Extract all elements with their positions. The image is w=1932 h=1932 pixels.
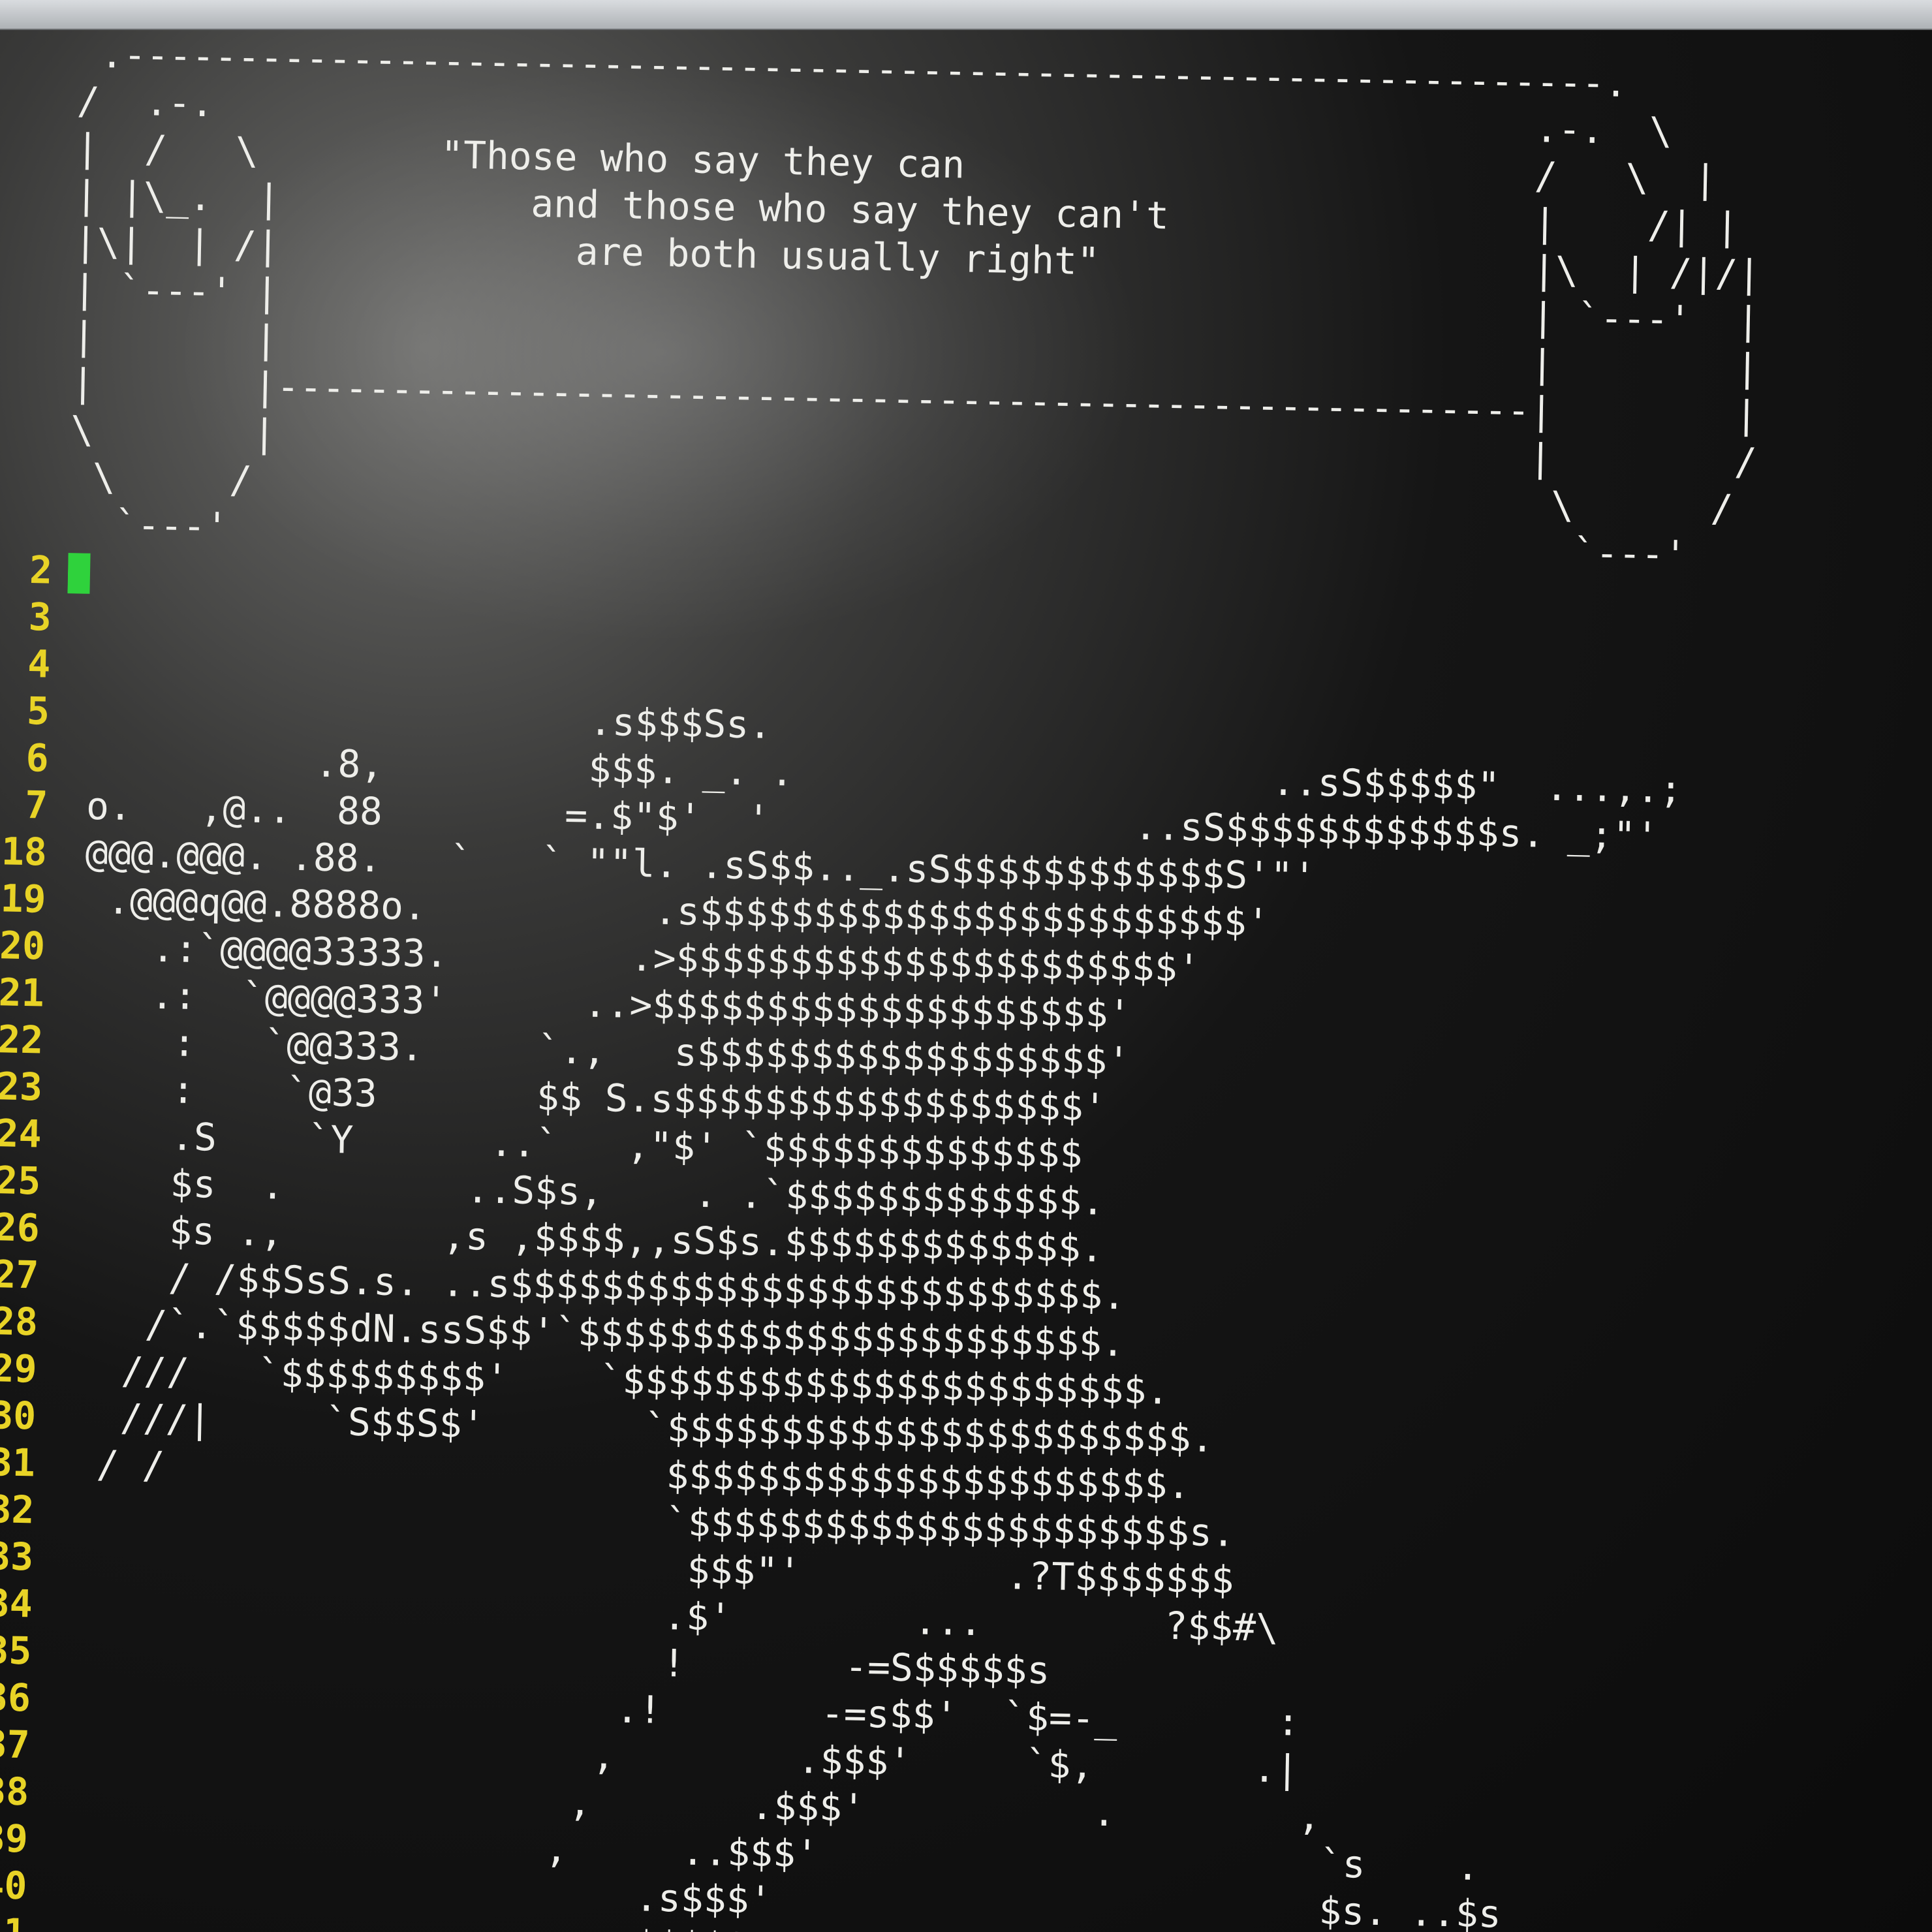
line-number: 6 [25, 735, 50, 781]
line-number: 37 [0, 1722, 31, 1768]
line-number-gutter [0, 170, 76, 218]
line-number-gutter [0, 29, 78, 77]
line-number: 26 [0, 1205, 40, 1251]
line-number: 35 [0, 1628, 32, 1674]
line-number: 7 [24, 782, 48, 828]
line-number: 20 [0, 923, 46, 969]
line-number: 36 [0, 1675, 31, 1721]
line-number: 2 [29, 548, 53, 593]
line-number: 4 [27, 641, 51, 687]
line-number: 5 [26, 688, 50, 734]
line-number: 38 [0, 1769, 29, 1815]
line-number: 24 [0, 1111, 42, 1157]
line-number: 18 [1, 829, 48, 875]
line-number-gutter [0, 123, 76, 171]
line-number: 3 [28, 595, 52, 640]
line-number: 40 [0, 1862, 28, 1909]
ascii-art-body: 345 .s$$$Ss. 6 .8, $$$. _. . ..sS$$$$$" .… [0, 593, 1921, 1932]
line-number-gutter [0, 405, 71, 453]
monitor-screen: .---------------------------------------… [0, 0, 1932, 1932]
line-number: 19 [0, 876, 47, 922]
line-number-gutter [0, 499, 69, 547]
line-number: 25 [0, 1158, 41, 1204]
line-number: 30 [0, 1393, 37, 1439]
line-number-gutter [0, 217, 74, 265]
line-number: 23 [0, 1064, 43, 1110]
line-number: 29 [0, 1346, 38, 1392]
terminal-buffer[interactable]: .---------------------------------------… [0, 29, 1931, 1932]
text-cursor [67, 553, 91, 594]
line-number-gutter [0, 311, 73, 359]
line-number: 39 [0, 1815, 29, 1862]
line-number: 27 [0, 1252, 40, 1298]
line-number-gutter [0, 264, 74, 312]
line-number: 21 [0, 970, 45, 1016]
line-number: 22 [0, 1017, 44, 1063]
line-number: 34 [0, 1581, 33, 1627]
line-number: 41 [0, 1908, 42, 1932]
line-number-gutter [0, 76, 78, 124]
line-number-gutter [0, 358, 72, 406]
line-number-gutter [0, 452, 70, 500]
quote-banner: .---------------------------------------… [0, 29, 1931, 583]
line-number: 33 [0, 1534, 34, 1580]
line-number: 28 [0, 1299, 39, 1345]
line-number: 32 [0, 1487, 35, 1533]
line-number: 31 [0, 1440, 36, 1486]
window-title-bar[interactable] [0, 0, 1932, 30]
